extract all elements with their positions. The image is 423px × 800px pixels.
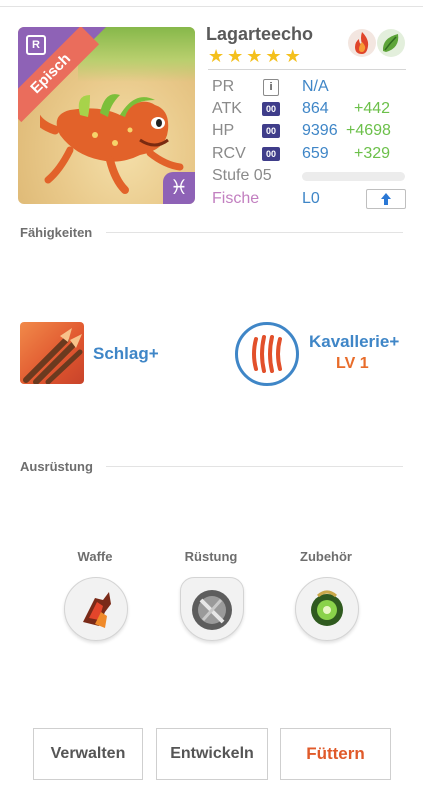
top-divider <box>0 6 423 7</box>
skill-cavalry-level: LV 1 <box>336 355 369 372</box>
leaf-element-icon <box>377 29 405 57</box>
atk-bonus: +442 <box>354 100 391 117</box>
stats-divider <box>208 69 406 70</box>
pr-label: PR <box>212 78 235 95</box>
accessory-slot[interactable] <box>295 577 359 641</box>
rcv-badge: 00 <box>262 147 280 161</box>
upgrade-arrow-button[interactable] <box>366 189 406 209</box>
level-label: Stufe 05 <box>212 167 272 184</box>
fire-element-icon <box>348 29 376 57</box>
weapon-icon <box>83 592 111 628</box>
manage-button[interactable]: Verwalten <box>33 728 143 780</box>
skill-strike-label: Schlag+ <box>93 344 159 363</box>
rcv-bonus: +329 <box>354 145 391 162</box>
abilities-divider <box>106 232 403 233</box>
atk-label: ATK <box>212 100 242 117</box>
fish-value: L0 <box>302 190 320 207</box>
upload-arrow-icon <box>381 193 391 205</box>
strike-skill-icon[interactable] <box>20 322 84 384</box>
evolve-button[interactable]: Entwickeln <box>156 728 268 780</box>
claw-marks-icon <box>252 335 282 373</box>
atk-badge: 00 <box>262 102 280 116</box>
armor-icon <box>192 590 232 630</box>
pr-value: N/A <box>302 78 329 95</box>
star-icon: ★ <box>284 46 301 66</box>
equipment-divider <box>106 466 403 467</box>
star-icon: ★ <box>246 46 263 66</box>
fish-label: Fische <box>212 190 260 207</box>
rcv-label: RCV <box>212 145 246 162</box>
level-progress-bar <box>302 172 405 181</box>
weapon-label: Waffe <box>77 549 113 564</box>
feed-button[interactable]: Füttern <box>280 728 391 780</box>
pisces-icon: ♓︎ <box>163 172 195 204</box>
star-icon: ★ <box>265 46 282 66</box>
rarity-r-icon: R <box>26 35 46 55</box>
info-icon[interactable]: i <box>263 79 279 96</box>
hp-value: 9396 <box>302 122 338 139</box>
star-icon: ★ <box>227 46 244 66</box>
equipment-title: Ausrüstung <box>20 459 93 474</box>
atk-value: 864 <box>302 100 329 117</box>
star-rating: ★ ★ ★ ★ ★ <box>208 47 301 65</box>
hero-portrait[interactable]: Episch R ♓︎ <box>18 27 195 204</box>
rcv-value: 659 <box>302 145 329 162</box>
skill-cavalry-label: Kavallerie+ <box>309 332 400 351</box>
hp-badge: 00 <box>262 124 280 138</box>
hp-label: HP <box>212 122 235 139</box>
hero-name: Lagarteecho <box>206 24 314 44</box>
star-icon: ★ <box>208 46 225 66</box>
armor-label: Rüstung <box>184 549 238 564</box>
cavalry-skill-icon[interactable] <box>235 322 299 386</box>
strike-slash-icon <box>23 328 83 384</box>
accessory-icon <box>311 590 343 626</box>
armor-slot[interactable] <box>180 577 244 641</box>
weapon-slot[interactable] <box>64 577 128 641</box>
hp-bonus: +4698 <box>346 122 391 139</box>
accessory-label: Zubehör <box>300 549 352 564</box>
abilities-title: Fähigkeiten <box>20 225 93 240</box>
